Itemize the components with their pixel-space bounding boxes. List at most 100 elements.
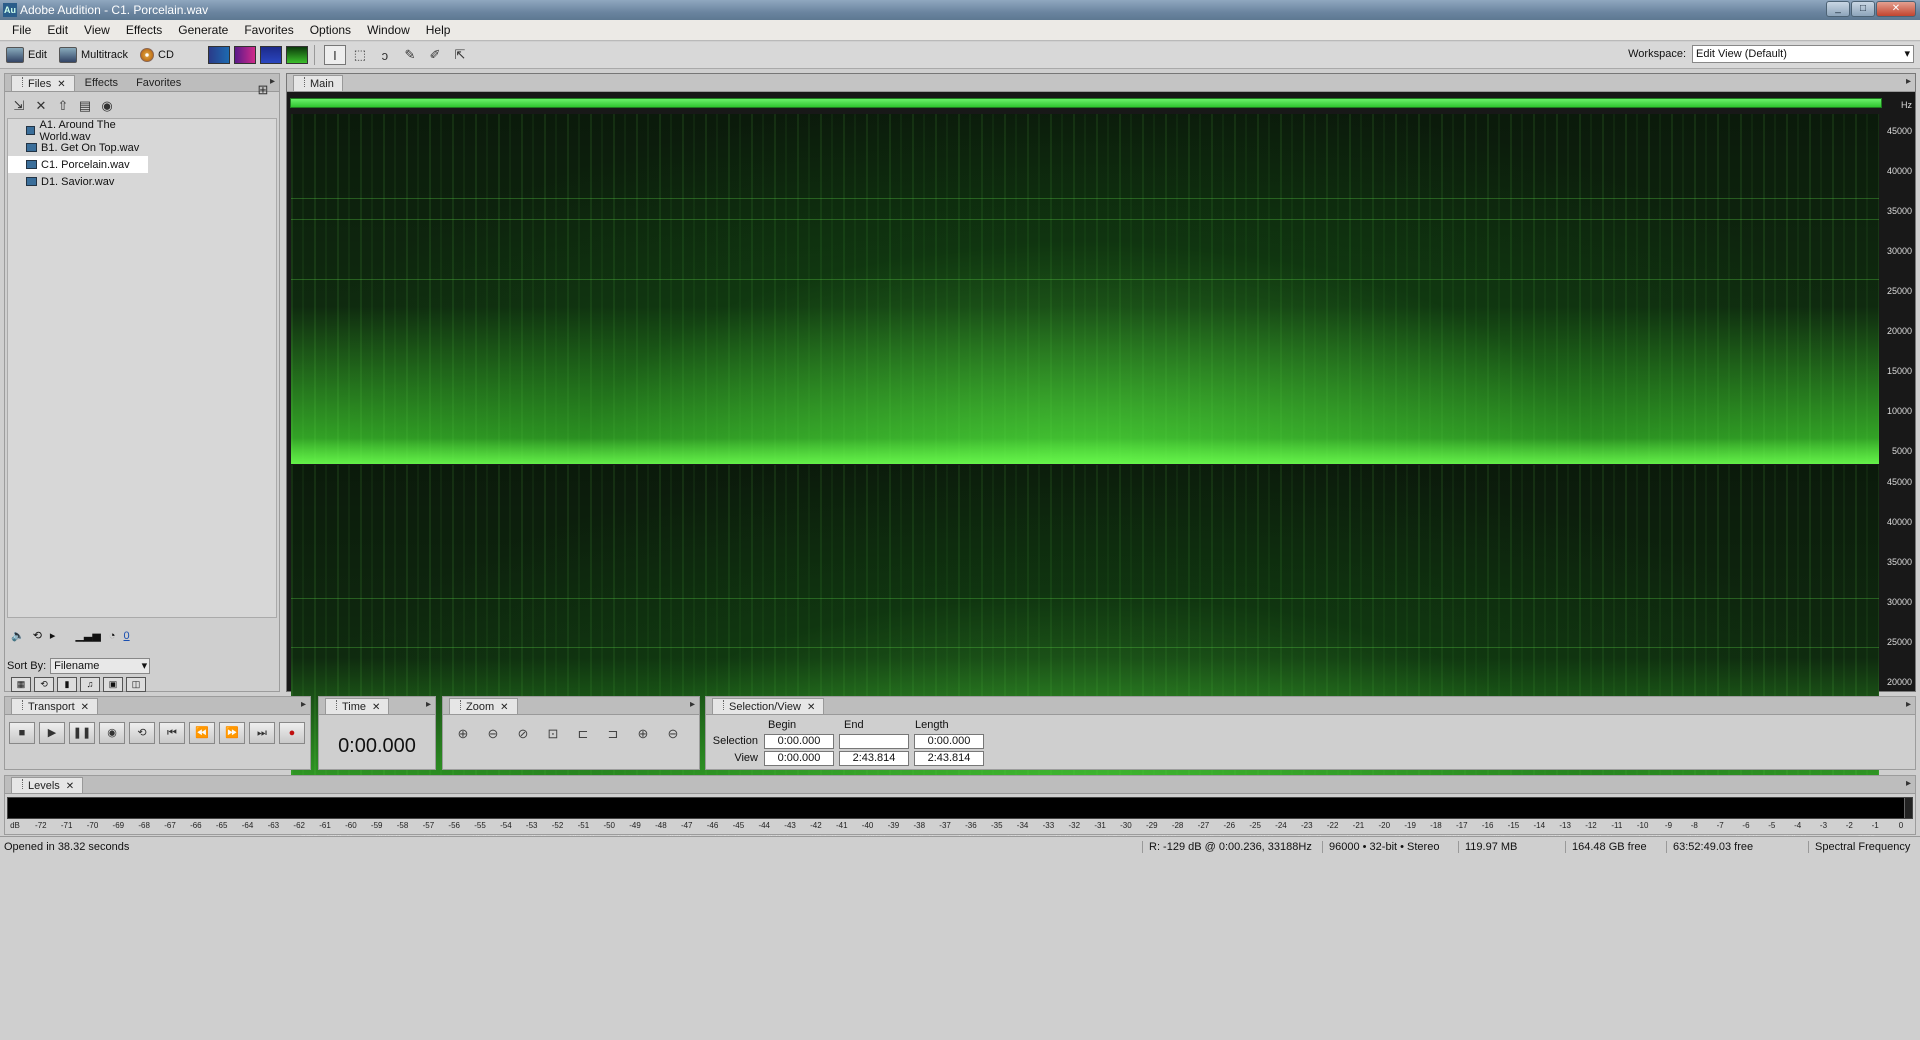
workspace-dropdown[interactable]: Edit View (Default)	[1692, 45, 1914, 63]
time-selection-tool-icon[interactable]: I	[323, 45, 346, 65]
preview-speaker-icon[interactable]: 🔈	[11, 629, 25, 642]
view-begin-field[interactable]: 0:00.000	[764, 751, 834, 766]
show-path-icon[interactable]: ▣	[103, 677, 123, 692]
close-tab-icon[interactable]: ✕	[807, 702, 815, 713]
zoom-navigator-bar[interactable]	[290, 98, 1882, 108]
tab-levels[interactable]: Levels ✕	[11, 777, 84, 793]
workspace-selector: Workspace: Edit View (Default)	[1628, 45, 1914, 63]
close-tab-icon[interactable]: ✕	[81, 702, 89, 713]
rewind-button[interactable]: ⏪	[189, 722, 215, 744]
full-view-icon[interactable]: ⊞	[255, 82, 271, 98]
close-tab-icon[interactable]: ✕	[66, 781, 74, 792]
insert-multitrack-icon[interactable]: ⇧	[55, 98, 71, 114]
show-loops-icon[interactable]: ⟲	[34, 677, 54, 692]
cd-label: CD	[158, 49, 174, 61]
menu-window[interactable]: Window	[359, 20, 418, 41]
edit-file-icon[interactable]: ◉	[99, 98, 115, 114]
selection-end-field[interactable]	[839, 734, 909, 749]
go-to-start-button[interactable]: ⏮	[159, 722, 185, 744]
clip-indicator[interactable]	[1904, 798, 1912, 818]
selection-length-field[interactable]: 0:00.000	[914, 734, 984, 749]
show-audio-files-icon[interactable]: ▦	[11, 677, 31, 692]
edit-view-button[interactable]: Edit	[0, 44, 53, 66]
play-button[interactable]: ▶	[39, 722, 65, 744]
app-window: Au Adobe Audition - C1. Porcelain.wav _ …	[0, 0, 1920, 1040]
menu-options[interactable]: Options	[302, 20, 359, 41]
zoom-right-edge-icon[interactable]: ⊐	[601, 724, 625, 744]
close-tab-icon[interactable]: ✕	[372, 702, 380, 713]
tab-favorites[interactable]: Favorites	[126, 75, 189, 91]
stop-button[interactable]: ■	[9, 722, 35, 744]
lasso-tool-icon[interactable]: ↄ	[374, 45, 396, 65]
tab-effects[interactable]: Effects	[75, 75, 126, 91]
fast-forward-button[interactable]: ⏩	[219, 722, 245, 744]
maximize-icon[interactable]: □	[1851, 1, 1875, 17]
panel-menu-icon[interactable]: ▸	[1906, 76, 1911, 87]
sort-by-dropdown[interactable]: Filename	[50, 658, 151, 674]
list-item[interactable]: D1. Savior.wav	[8, 173, 148, 190]
show-cue-icon[interactable]: ◫	[126, 677, 146, 692]
show-video-icon[interactable]: ▮	[57, 677, 77, 692]
close-file-icon[interactable]: ✕	[33, 98, 49, 114]
spectrogram-left-channel[interactable]	[291, 114, 1879, 464]
preview-volume-slider-icon[interactable]: ▁▃▅	[75, 629, 100, 642]
list-item[interactable]: C1. Porcelain.wav	[8, 156, 148, 173]
tab-zoom[interactable]: Zoom ✕	[449, 698, 518, 714]
tab-time[interactable]: Time ✕	[325, 698, 390, 714]
selection-begin-field[interactable]: 0:00.000	[764, 734, 834, 749]
record-button[interactable]: ●	[279, 722, 305, 744]
zoom-in-vertical-icon[interactable]: ⊕	[631, 724, 655, 744]
close-tab-icon[interactable]: ✕	[500, 702, 508, 713]
marquee-tool-icon[interactable]: ⬚	[349, 45, 371, 65]
show-midi-icon[interactable]: ♫	[80, 677, 100, 692]
preview-play-icon[interactable]: ▸	[50, 629, 56, 642]
panel-menu-icon[interactable]: ▸	[1906, 699, 1911, 710]
zoom-in-horizontal-icon[interactable]: ⊕	[451, 724, 475, 744]
close-tab-icon[interactable]: ✕	[57, 79, 65, 90]
view-length-field[interactable]: 2:43.814	[914, 751, 984, 766]
insert-cd-list-icon[interactable]: ▤	[77, 98, 93, 114]
tab-files[interactable]: Files ✕	[11, 75, 75, 91]
menu-file[interactable]: File	[4, 20, 39, 41]
spectral-frequency-icon[interactable]	[285, 46, 308, 64]
loop-button[interactable]: ⟲	[129, 722, 155, 744]
minimize-icon[interactable]: _	[1826, 1, 1850, 17]
menu-edit[interactable]: Edit	[39, 20, 76, 41]
close-icon[interactable]: ✕	[1876, 1, 1916, 17]
zoom-out-vertical-icon[interactable]: ⊖	[661, 724, 685, 744]
effects-paintbrush-icon[interactable]: ✎	[399, 45, 421, 65]
cd-view-button[interactable]: CD	[134, 44, 180, 66]
play-from-cursor-button[interactable]: ◉	[99, 722, 125, 744]
list-item[interactable]: B1. Get On Top.wav	[8, 139, 148, 156]
multitrack-view-button[interactable]: Multitrack	[53, 44, 134, 66]
menu-effects[interactable]: Effects	[118, 20, 170, 41]
cd-icon	[140, 48, 155, 62]
import-file-icon[interactable]: ⇲	[11, 98, 27, 114]
tab-selection-view[interactable]: Selection/View ✕	[712, 698, 825, 714]
panel-menu-icon[interactable]: ▸	[426, 699, 431, 710]
zoom-out-horizontal-icon[interactable]: ⊖	[481, 724, 505, 744]
waveform-display-icon[interactable]	[207, 46, 230, 64]
panel-menu-icon[interactable]: ▸	[690, 699, 695, 710]
menu-help[interactable]: Help	[418, 20, 459, 41]
menu-favorites[interactable]: Favorites	[236, 20, 301, 41]
preview-loop-icon[interactable]: ⟲	[33, 629, 42, 642]
spot-healing-brush-icon[interactable]: ✐	[424, 45, 446, 65]
spectral-phase-icon[interactable]	[259, 46, 282, 64]
go-to-end-button[interactable]: ⏭	[249, 722, 275, 744]
view-end-field[interactable]: 2:43.814	[839, 751, 909, 766]
menu-view[interactable]: View	[76, 20, 118, 41]
scrub-tool-icon[interactable]: ⇱	[449, 45, 471, 65]
tab-main[interactable]: Main	[293, 75, 343, 91]
menu-generate[interactable]: Generate	[170, 20, 236, 41]
zoom-selection-icon[interactable]: ⊡	[541, 724, 565, 744]
panel-menu-icon[interactable]: ▸	[1906, 778, 1911, 789]
tab-transport[interactable]: Transport ✕	[11, 698, 99, 714]
volume-knob-icon[interactable]: ◔	[109, 630, 116, 642]
zoom-left-edge-icon[interactable]: ⊏	[571, 724, 595, 744]
list-item[interactable]: A1. Around The World.wav	[8, 119, 148, 143]
panel-menu-icon[interactable]: ▸	[301, 699, 306, 710]
zoom-out-full-icon[interactable]: ⊘	[511, 724, 535, 744]
pause-button[interactable]: ❚❚	[69, 722, 95, 744]
spectral-pan-icon[interactable]	[233, 46, 256, 64]
